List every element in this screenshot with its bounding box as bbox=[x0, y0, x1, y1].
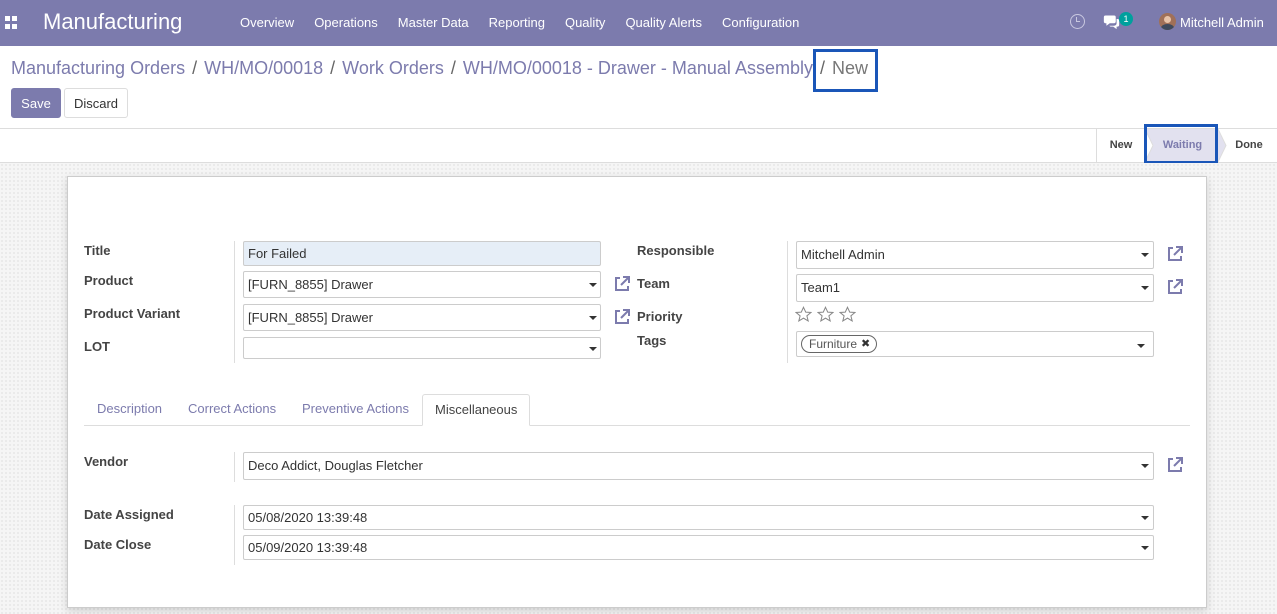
label-divider bbox=[234, 452, 235, 482]
breadcrumb-manufacturing-orders[interactable]: Manufacturing Orders bbox=[11, 58, 185, 79]
breadcrumb-separator: / bbox=[819, 58, 825, 78]
team-label: Team bbox=[637, 276, 670, 291]
tab-correct-actions[interactable]: Correct Actions bbox=[176, 394, 288, 426]
breadcrumb-separator: / bbox=[192, 58, 198, 78]
responsible-select[interactable]: Mitchell Admin bbox=[796, 241, 1154, 269]
stage-new[interactable]: New bbox=[1097, 129, 1145, 162]
stage-waiting[interactable]: Waiting bbox=[1147, 129, 1218, 162]
tag-label: Furniture bbox=[809, 337, 858, 351]
breadcrumb-work-orders[interactable]: Work Orders bbox=[342, 58, 444, 79]
responsible-dropdown-caret[interactable] bbox=[1141, 253, 1149, 257]
vendor-external-link-icon[interactable] bbox=[1165, 455, 1185, 475]
vendor-select[interactable]: Deco Addict, Douglas Fletcher bbox=[243, 452, 1154, 480]
app-title[interactable]: Manufacturing bbox=[43, 9, 182, 35]
lot-label: LOT bbox=[84, 339, 110, 354]
menu-quality-alerts[interactable]: Quality Alerts bbox=[615, 0, 712, 46]
date-close-input[interactable]: 05/09/2020 13:39:48 bbox=[243, 535, 1154, 560]
product-dropdown-caret[interactable] bbox=[589, 283, 597, 287]
product-external-link-icon[interactable] bbox=[612, 274, 632, 294]
priority-star-icon[interactable] bbox=[795, 306, 812, 323]
menu-operations[interactable]: Operations bbox=[304, 0, 388, 46]
breadcrumb-work-order[interactable]: WH/MO/00018 - Drawer - Manual Assembly bbox=[463, 58, 813, 79]
product-select[interactable]: [FURN_8855] Drawer bbox=[243, 271, 601, 298]
responsible-external-link-icon[interactable] bbox=[1165, 244, 1185, 264]
vendor-dropdown-caret[interactable] bbox=[1141, 464, 1149, 468]
menu-quality[interactable]: Quality bbox=[555, 0, 615, 46]
breadcrumb-mo[interactable]: WH/MO/00018 bbox=[204, 58, 323, 79]
discard-button[interactable]: Discard bbox=[64, 88, 128, 118]
priority-stars bbox=[795, 306, 856, 323]
stage-arrow-icon bbox=[1145, 129, 1154, 162]
team-external-link-icon[interactable] bbox=[1165, 277, 1185, 297]
messages-count-badge: 1 bbox=[1119, 12, 1133, 26]
date-close-label: Date Close bbox=[84, 537, 152, 552]
tab-preventive-actions[interactable]: Preventive Actions bbox=[290, 394, 421, 426]
menu-reporting[interactable]: Reporting bbox=[479, 0, 555, 46]
messages-icon[interactable] bbox=[1103, 13, 1120, 30]
date-assigned-dropdown-caret[interactable] bbox=[1141, 516, 1149, 520]
product-variant-dropdown-caret[interactable] bbox=[589, 316, 597, 320]
team-select[interactable]: Team1 bbox=[796, 274, 1154, 302]
label-divider bbox=[234, 241, 235, 363]
date-assigned-input[interactable]: 05/08/2020 13:39:48 bbox=[243, 505, 1154, 530]
title-label: Title bbox=[84, 243, 111, 258]
lot-dropdown-caret[interactable] bbox=[589, 347, 597, 351]
user-avatar[interactable] bbox=[1159, 13, 1176, 30]
tab-miscellaneous[interactable]: Miscellaneous bbox=[422, 394, 531, 426]
priority-star-icon[interactable] bbox=[839, 306, 856, 323]
product-variant-select[interactable]: [FURN_8855] Drawer bbox=[243, 304, 601, 331]
product-variant-external-link-icon[interactable] bbox=[612, 307, 632, 327]
save-button[interactable]: Save bbox=[11, 88, 61, 118]
status-bar: New Waiting Done bbox=[0, 128, 1277, 163]
tag-remove-icon[interactable]: ✖ bbox=[861, 336, 870, 352]
vendor-label: Vendor bbox=[84, 454, 129, 469]
date-close-dropdown-caret[interactable] bbox=[1141, 546, 1149, 550]
breadcrumb-separator: / bbox=[450, 58, 456, 78]
responsible-label: Responsible bbox=[637, 243, 715, 258]
label-divider bbox=[787, 241, 788, 363]
main-menu: Overview Operations Master Data Reportin… bbox=[230, 0, 809, 46]
product-variant-label: Product Variant bbox=[84, 306, 181, 321]
menu-overview[interactable]: Overview bbox=[230, 0, 304, 46]
apps-grid-icon[interactable] bbox=[5, 16, 18, 29]
breadcrumb-current: New bbox=[831, 58, 868, 78]
tab-description[interactable]: Description bbox=[85, 394, 174, 426]
tags-label: Tags bbox=[637, 333, 667, 348]
menu-master-data[interactable]: Master Data bbox=[388, 0, 479, 46]
breadcrumb-separator: / bbox=[330, 58, 336, 78]
user-menu-name[interactable]: Mitchell Admin bbox=[1180, 15, 1264, 30]
title-input[interactable]: For Failed bbox=[243, 241, 601, 266]
activity-clock-icon[interactable] bbox=[1070, 14, 1085, 29]
breadcrumb: Manufacturing Orders / WH/MO/00018 / Wor… bbox=[11, 58, 868, 79]
tag-furniture: Furniture ✖ bbox=[801, 335, 878, 353]
date-assigned-label: Date Assigned bbox=[84, 507, 174, 522]
team-dropdown-caret[interactable] bbox=[1141, 286, 1149, 290]
stage-done[interactable]: Done bbox=[1226, 129, 1272, 162]
product-label: Product bbox=[84, 273, 134, 288]
priority-label: Priority bbox=[637, 309, 683, 324]
priority-star-icon[interactable] bbox=[817, 306, 834, 323]
tags-dropdown-caret[interactable] bbox=[1137, 344, 1145, 348]
top-navbar: Manufacturing Overview Operations Master… bbox=[0, 0, 1277, 46]
lot-select[interactable] bbox=[243, 337, 601, 359]
menu-configuration[interactable]: Configuration bbox=[712, 0, 809, 46]
label-divider bbox=[234, 505, 235, 565]
